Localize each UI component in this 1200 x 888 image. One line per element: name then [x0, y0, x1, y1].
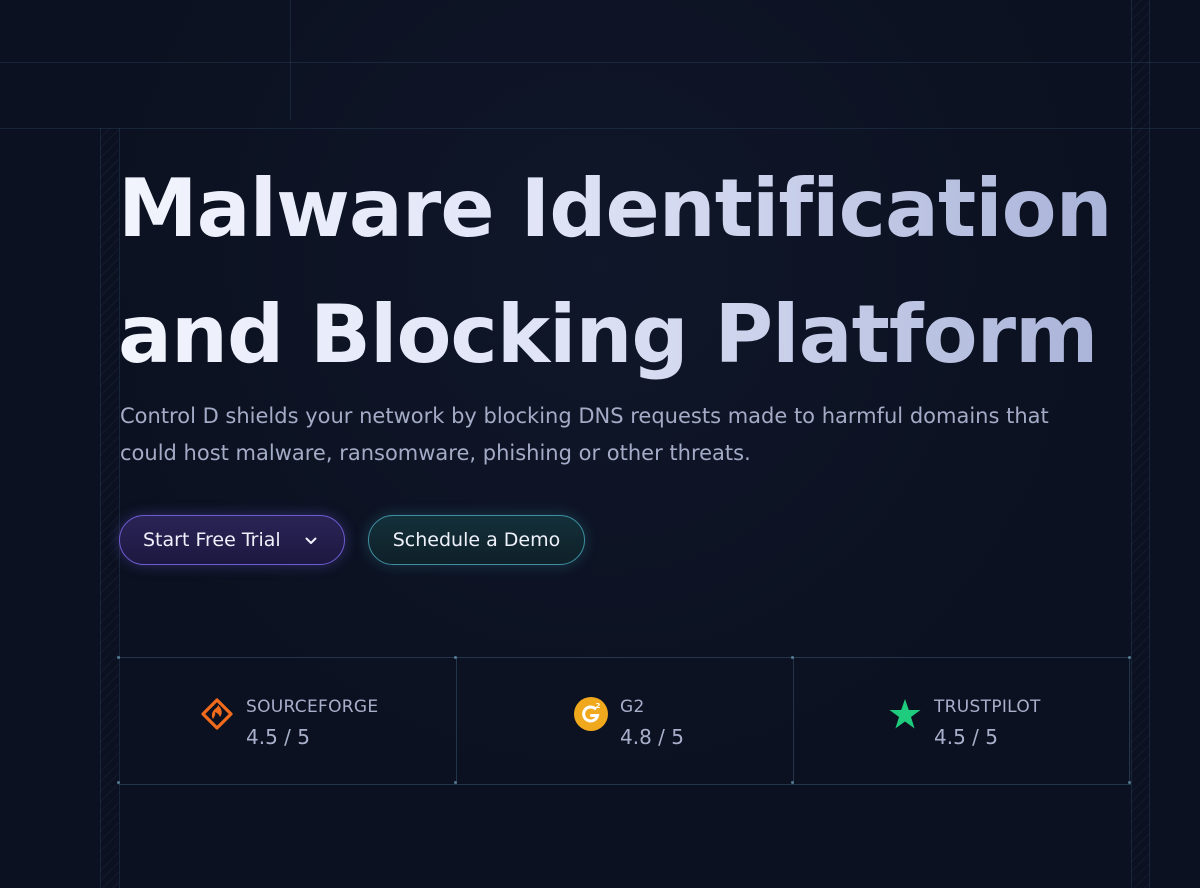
start-free-trial-button[interactable]: Start Free Trial [119, 515, 345, 565]
g2-logo-icon: 2 [574, 697, 608, 731]
rating-source-name: SOURCEFORGE [246, 697, 379, 717]
grid-line [290, 0, 291, 120]
rating-g2: 2 G2 4.8 / 5 [456, 658, 793, 784]
svg-text:2: 2 [596, 702, 601, 710]
schedule-demo-button[interactable]: Schedule a Demo [368, 515, 585, 565]
rating-score: 4.8 / 5 [620, 725, 684, 749]
chevron-down-icon [305, 537, 317, 544]
hero-subtitle: Control D shields your network by blocki… [120, 404, 1049, 465]
grid-line [0, 128, 1200, 129]
grid-line [1149, 0, 1150, 888]
rating-score: 4.5 / 5 [246, 725, 310, 749]
rating-source-name: TRUSTPILOT [934, 697, 1041, 717]
hatch-decoration-right [1131, 0, 1149, 888]
schedule-demo-label: Schedule a Demo [392, 529, 561, 551]
hatch-decoration-left [100, 128, 119, 888]
hero-title-line-1: Malware Identification [118, 162, 1112, 255]
grid-line [0, 62, 1200, 63]
grid-line [100, 128, 101, 888]
start-free-trial-label: Start Free Trial [143, 529, 281, 551]
rating-trustpilot: TRUSTPILOT 4.5 / 5 [793, 658, 1130, 784]
page: Malware Identification and Blocking Plat… [0, 0, 1200, 888]
rating-score: 4.5 / 5 [934, 725, 998, 749]
trustpilot-star-icon [889, 699, 921, 729]
rating-sourceforge: SOURCEFORGE 4.5 / 5 [119, 658, 456, 784]
rating-source-name: G2 [620, 697, 645, 717]
hero-title: Malware Identification and Blocking Plat… [118, 146, 1112, 398]
grid-line [1131, 0, 1132, 888]
hero-title-line-2: and Blocking Platform [118, 288, 1098, 381]
sourceforge-logo-icon [201, 698, 233, 730]
ratings-bar: SOURCEFORGE 4.5 / 5 2 G2 4.8 / 5 TRUSTPI… [117, 656, 1131, 785]
